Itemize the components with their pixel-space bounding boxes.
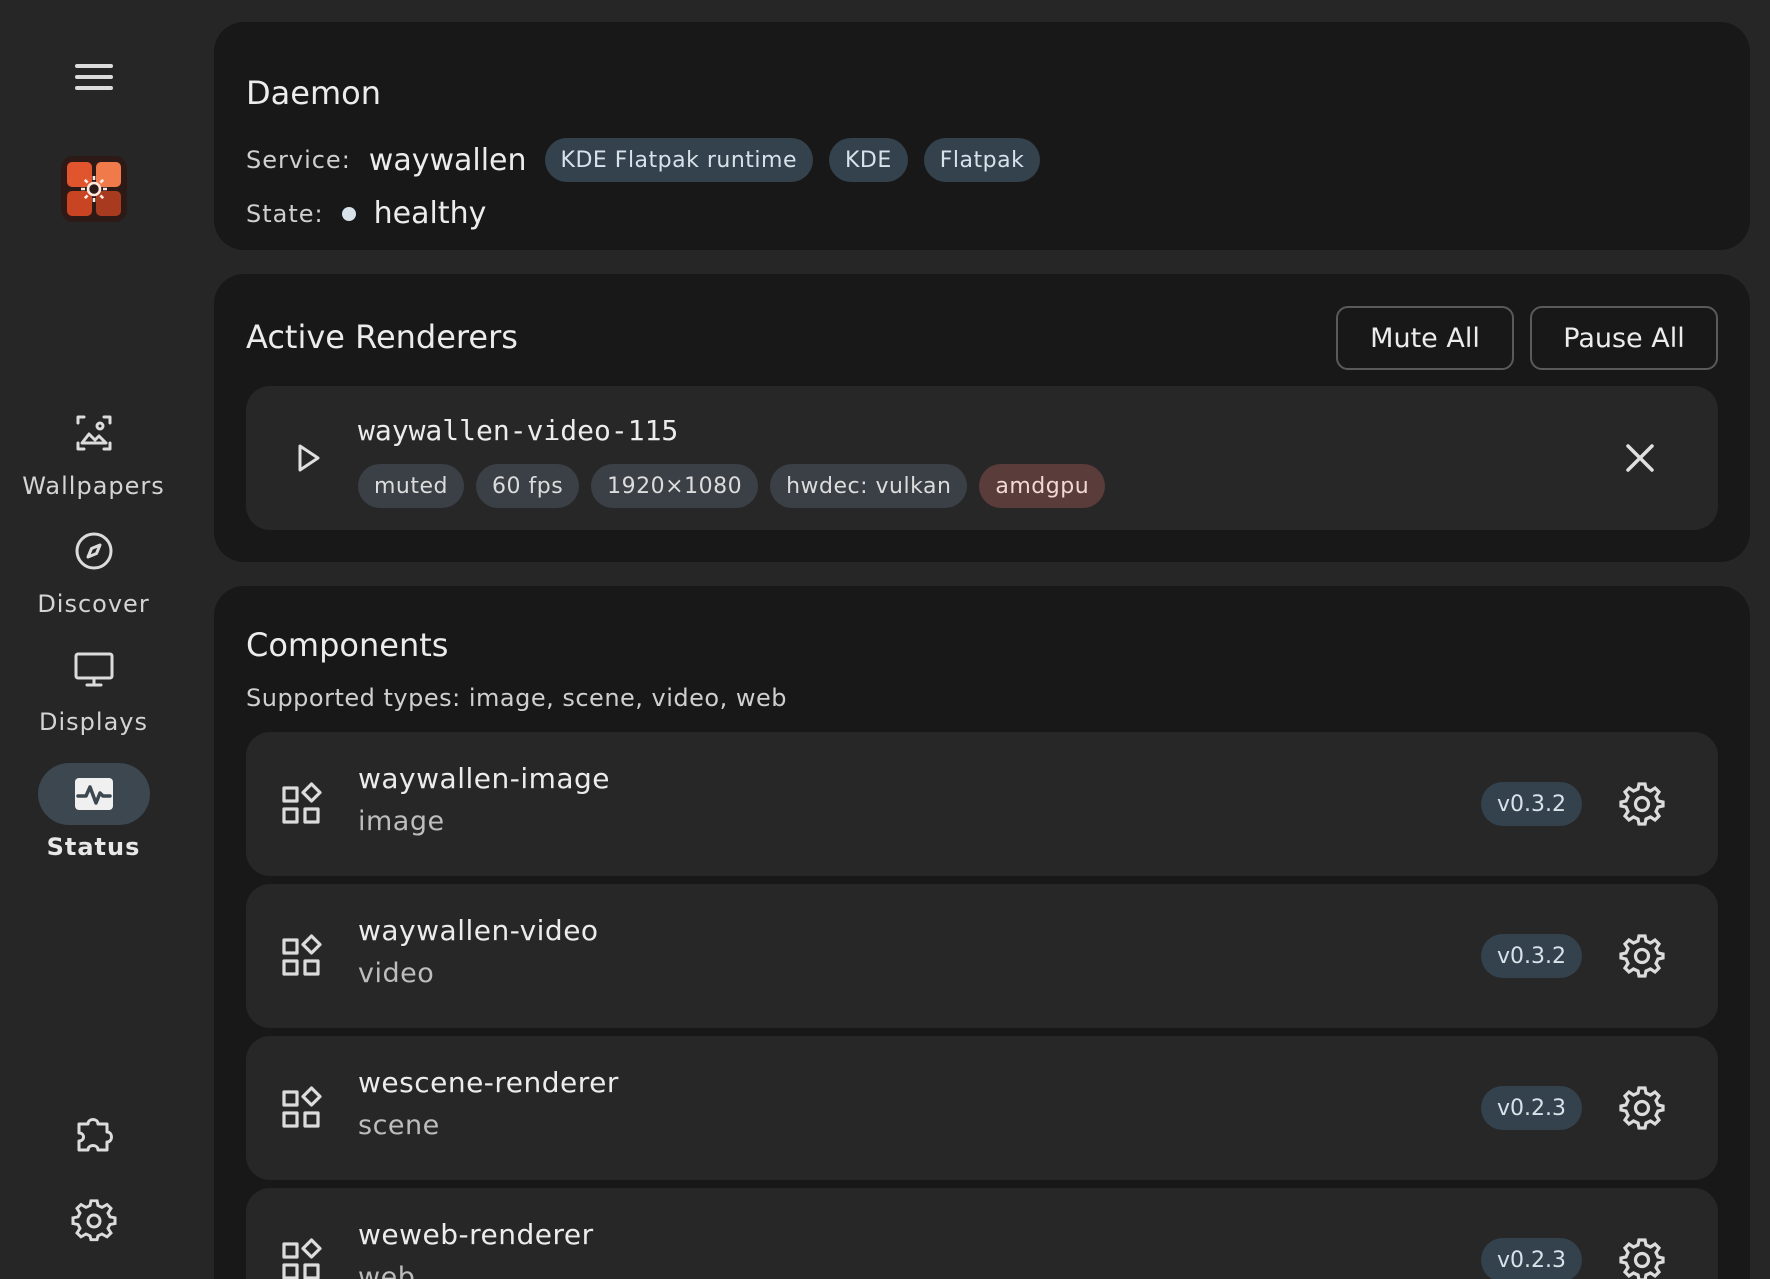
component-type: web	[358, 1262, 416, 1279]
component-name: waywallen-image	[358, 762, 611, 795]
nav-status[interactable]: Status	[0, 763, 187, 873]
component-settings-gear-icon[interactable]	[1618, 1084, 1666, 1132]
component-type: image	[358, 806, 445, 837]
version-badge: v0.2.3	[1481, 1086, 1582, 1130]
hamburger-menu-icon[interactable]	[73, 60, 115, 94]
state-value: healthy	[373, 196, 487, 231]
service-row: Service: waywallen KDE Flatpak runtime K…	[246, 138, 1056, 182]
daemon-card: Daemon Service: waywallen KDE Flatpak ru…	[214, 22, 1750, 250]
renderers-title: Active Renderers	[246, 318, 518, 356]
sidebar: Wallpapers Discover Displays Status	[0, 0, 187, 1279]
component-name: waywallen-video	[358, 914, 599, 947]
puzzle-extensions-icon[interactable]	[71, 1110, 117, 1156]
mute-all-button[interactable]: Mute All	[1336, 306, 1514, 370]
nav-discover[interactable]: Discover	[0, 520, 187, 630]
component-item: wescene-renderer scene v0.2.3	[246, 1036, 1718, 1180]
play-icon[interactable]	[286, 436, 330, 480]
components-card: Components Supported types: image, scene…	[214, 586, 1750, 1279]
pause-all-button[interactable]: Pause All	[1530, 306, 1718, 370]
image-gallery-icon	[38, 402, 150, 464]
nav-wallpapers[interactable]: Wallpapers	[0, 402, 187, 512]
renderer-tag-gpu: amdgpu	[979, 464, 1106, 508]
compass-icon	[38, 520, 150, 582]
active-renderers-card: Active Renderers Mute All Pause All wayw…	[214, 274, 1750, 562]
service-label: Service:	[246, 146, 351, 174]
component-settings-gear-icon[interactable]	[1618, 1236, 1666, 1279]
app-logo-icon	[61, 156, 127, 222]
state-indicator-dot	[341, 206, 356, 221]
app-window: Wallpapers Discover Displays Status Daem…	[0, 0, 1770, 1279]
version-badge: v0.2.3	[1481, 1238, 1582, 1279]
renderer-tag: 60 fps	[476, 464, 580, 508]
supported-types-text: Supported types: image, scene, video, we…	[246, 684, 787, 712]
component-type: scene	[358, 1110, 440, 1141]
activity-pulse-icon	[37, 763, 150, 825]
monitor-icon	[38, 638, 150, 700]
nav-displays[interactable]: Displays	[0, 638, 187, 748]
renderer-name: waywallen-video-115	[358, 414, 679, 447]
component-type: video	[358, 958, 435, 989]
daemon-title: Daemon	[246, 74, 381, 112]
nav-label-wallpapers: Wallpapers	[22, 472, 165, 500]
widgets-icon	[282, 782, 322, 824]
nav-label-status: Status	[46, 833, 141, 861]
close-icon[interactable]	[1618, 436, 1662, 480]
state-label: State:	[246, 199, 324, 228]
service-tag: KDE Flatpak runtime	[544, 138, 813, 182]
widgets-icon	[282, 1086, 322, 1128]
component-item: weweb-renderer web v0.2.3	[246, 1188, 1718, 1279]
renderer-tag: hwdec: vulkan	[770, 464, 968, 508]
version-badge: v0.3.2	[1481, 782, 1582, 826]
state-row: State: healthy	[246, 196, 504, 231]
service-value: waywallen	[368, 142, 527, 178]
service-tag: KDE	[828, 138, 908, 182]
service-tag: Flatpak	[923, 138, 1041, 182]
renderer-tags: muted 60 fps 1920×1080 hwdec: vulkan amd…	[358, 464, 1117, 508]
component-item: waywallen-image image v0.3.2	[246, 732, 1718, 876]
component-name: weweb-renderer	[358, 1218, 594, 1251]
component-settings-gear-icon[interactable]	[1618, 932, 1666, 980]
settings-gear-icon[interactable]	[71, 1198, 117, 1244]
nav-label-displays: Displays	[39, 708, 148, 736]
renderer-tag: 1920×1080	[591, 464, 759, 508]
component-settings-gear-icon[interactable]	[1618, 780, 1666, 828]
component-item: waywallen-video video v0.3.2	[246, 884, 1718, 1028]
component-name: wescene-renderer	[358, 1066, 619, 1099]
widgets-icon	[282, 934, 322, 976]
renderer-tag: muted	[358, 464, 464, 508]
widgets-icon	[282, 1238, 322, 1279]
components-title: Components	[246, 626, 449, 664]
version-badge: v0.3.2	[1481, 934, 1582, 978]
nav-label-discover: Discover	[37, 590, 150, 618]
renderer-item: waywallen-video-115 muted 60 fps 1920×10…	[246, 386, 1718, 530]
